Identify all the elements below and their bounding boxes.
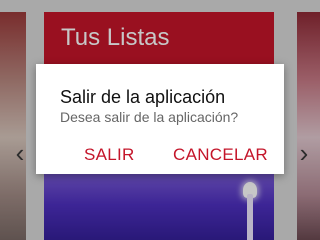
screen: Tus Listas ‹ › Salir de la aplicación De… [0,0,320,240]
dialog-title: Salir de la aplicación [60,87,226,107]
exit-dialog: Salir de la aplicación Desea salir de la… [36,64,284,174]
exit-button[interactable]: SALIR [84,144,135,166]
cancel-button[interactable]: CANCELAR [173,144,268,166]
dialog-message: Desea salir de la aplicación? [60,109,239,125]
